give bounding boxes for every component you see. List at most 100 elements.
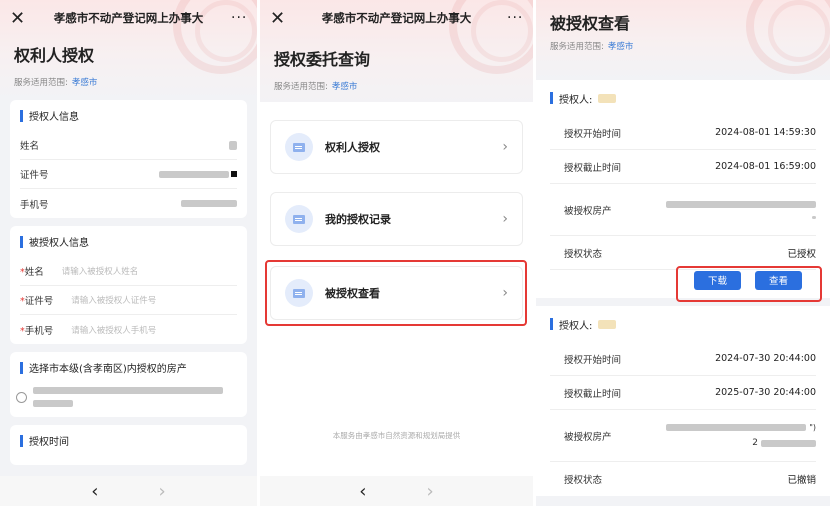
grantor-id-row: 证件号 — [20, 160, 237, 189]
property-select-card: 选择市本级(含孝南区)内授权的房产 — [10, 352, 247, 417]
end-time-row: 授权截止时间 2025-07-30 20:44:00 — [550, 376, 816, 410]
section-title: 授权时间 — [29, 437, 69, 448]
menu-item-my-records[interactable]: 我的授权记录 › — [270, 192, 523, 246]
section-header: 选择市本级(含孝南区)内授权的房产 — [10, 352, 247, 383]
forward-icon[interactable]: › — [159, 481, 166, 502]
redacted-value — [181, 200, 237, 207]
field-label: 被授权房产 — [564, 431, 612, 443]
status-row: 授权状态 已撤销 — [550, 462, 816, 496]
record-header: 授权人: — [536, 306, 830, 342]
window-title: 孝感市不动产登记网上办事大 — [53, 11, 204, 25]
property-row: 被授权房产 ") 2 — [550, 410, 816, 462]
browser-nav: ‹ › — [260, 476, 533, 506]
grantee-info-card: 被授权人信息 *姓名 请输入被授权人姓名 *证件号 请输入被授权人证件号 *手机号请… — [10, 226, 247, 344]
section-bar — [20, 434, 23, 447]
property-row: 被授权房产 — [550, 184, 816, 236]
forward-icon[interactable]: › — [427, 481, 434, 502]
page-header: 被授权查看 服务适用范围: 孝感市 — [536, 0, 830, 80]
grantor-info-card: 授权人信息 姓名 证件号 手机号 — [10, 100, 247, 218]
grantee-phone-row[interactable]: *手机号 请输入被授权人手机号 — [20, 315, 237, 344]
menu-label: 权利人授权 — [325, 141, 380, 154]
browser-nav: ‹ › — [0, 476, 257, 506]
redacted-property: ") 2 — [666, 423, 816, 448]
section-header: 授权时间 — [10, 425, 247, 456]
menu-item-grant[interactable]: 权利人授权 › — [270, 120, 523, 174]
authorization-query-screen: ✕ 孝感市不动产登记网上办事大 ··· 授权委托查询 服务适用范围: 孝感市 权利… — [260, 0, 533, 506]
record-header: 授权人: — [536, 80, 830, 116]
section-header: 授权人信息 — [10, 100, 247, 131]
more-icon[interactable]: ··· — [231, 10, 247, 26]
field-label: 授权开始时间 — [564, 354, 622, 366]
document-icon — [285, 205, 313, 233]
scope-label: 服务适用范围: — [14, 78, 68, 88]
redacted-name — [598, 319, 617, 329]
grantee-name-row[interactable]: *姓名 请输入被授权人姓名 — [20, 257, 237, 286]
status-badge: 已撤销 — [787, 475, 816, 486]
service-scope: 服务适用范围: 孝感市 — [14, 76, 243, 88]
title-bar: ✕ 孝感市不动产登记网上办事大 ··· — [260, 0, 533, 36]
start-time-row: 授权开始时间 2024-07-30 20:44:00 — [550, 342, 816, 376]
property-text-fragment: ") — [809, 423, 816, 432]
section-title: 选择市本级(含孝南区)内授权的房产 — [29, 364, 187, 375]
redacted-value — [229, 140, 237, 150]
field-label: 姓名 — [24, 267, 44, 278]
chevron-right-icon: › — [502, 211, 508, 227]
section-header: 被授权人信息 — [10, 226, 247, 257]
chevron-right-icon: › — [502, 139, 508, 155]
property-option[interactable] — [10, 383, 247, 417]
highlight-box — [676, 266, 822, 302]
title-bar: ✕ 孝感市不动产登记网上办事大 ··· — [0, 0, 257, 36]
status-row: 授权状态 已授权 — [550, 236, 816, 270]
close-icon[interactable]: ✕ — [10, 8, 26, 29]
grantee-id-input[interactable]: 请输入被授权人证件号 — [53, 294, 237, 306]
field-label: 证件号 — [20, 170, 49, 181]
section-bar — [550, 318, 553, 330]
field-label: 授权开始时间 — [564, 128, 622, 140]
field-label: 被授权房产 — [564, 205, 612, 217]
field-label: 手机号 — [20, 199, 49, 211]
radio-button[interactable] — [16, 391, 27, 403]
field-label: 授权状态 — [564, 248, 603, 260]
scope-value: 孝感市 — [607, 42, 634, 52]
redacted-value — [159, 170, 237, 178]
field-value: 2024-08-01 16:59:00 — [715, 161, 816, 172]
grantee-name-input[interactable]: 请输入被授权人姓名 — [44, 265, 237, 277]
back-icon[interactable]: ‹ — [91, 481, 98, 502]
service-scope: 服务适用范围: 孝感市 — [274, 80, 519, 92]
more-icon[interactable]: ··· — [507, 10, 523, 26]
menu-label: 我的授权记录 — [325, 213, 391, 226]
start-time-row: 授权开始时间 2024-08-01 14:59:30 — [550, 116, 816, 150]
status-badge: 已授权 — [787, 248, 816, 260]
scope-value: 孝感市 — [331, 82, 358, 92]
field-value: 2024-07-30 20:44:00 — [715, 353, 816, 364]
grantee-phone-input[interactable]: 请输入被授权人手机号 — [53, 324, 237, 336]
field-value: 2024-08-01 14:59:30 — [715, 127, 816, 138]
back-icon[interactable]: ‹ — [359, 481, 366, 502]
close-icon[interactable]: ✕ — [270, 8, 286, 29]
grantor-name-row: 姓名 — [20, 131, 237, 160]
field-label: 姓名 — [20, 141, 40, 152]
field-label: 授权截止时间 — [564, 162, 622, 174]
property-text-fragment: 2 — [752, 438, 758, 448]
document-icon — [285, 133, 313, 161]
field-value: 2025-07-30 20:44:00 — [715, 387, 816, 398]
grant-record: 授权人: 授权开始时间 2024-07-30 20:44:00 授权截止时间 202… — [536, 306, 830, 496]
grantor-label: 授权人: — [559, 94, 593, 106]
redacted-name — [598, 93, 617, 103]
scope-label: 服务适用范围: — [274, 82, 328, 92]
scope-value: 孝感市 — [71, 78, 98, 88]
grant-time-card: 授权时间 — [10, 425, 247, 465]
screenshot-composite: ✕ 孝感市不动产登记网上办事大 ··· 权利人授权 服务适用范围: 孝感市 授权人… — [0, 0, 830, 506]
grantor-label: 授权人: — [559, 320, 593, 332]
seal-watermark — [746, 0, 830, 74]
menu-area: 权利人授权 › 我的授权记录 › 被授权查看 › 本服务由孝感市自然资源和规划局… — [260, 102, 533, 476]
window-title: 孝感市不动产登记网上办事大 — [321, 11, 472, 25]
scope-label: 服务适用范围: — [550, 42, 604, 52]
section-title: 授权人信息 — [29, 112, 79, 123]
grantor-phone-row: 手机号 — [20, 189, 237, 218]
section-bar — [20, 109, 23, 122]
grantee-id-row[interactable]: *证件号 请输入被授权人证件号 — [20, 286, 237, 315]
granted-view-screen: 被授权查看 服务适用范围: 孝感市 授权人: 授权开始时间 2024-08-01 1… — [536, 0, 830, 506]
service-footer: 本服务由孝感市自然资源和规划局提供 — [332, 431, 461, 440]
redacted-property — [666, 200, 816, 219]
